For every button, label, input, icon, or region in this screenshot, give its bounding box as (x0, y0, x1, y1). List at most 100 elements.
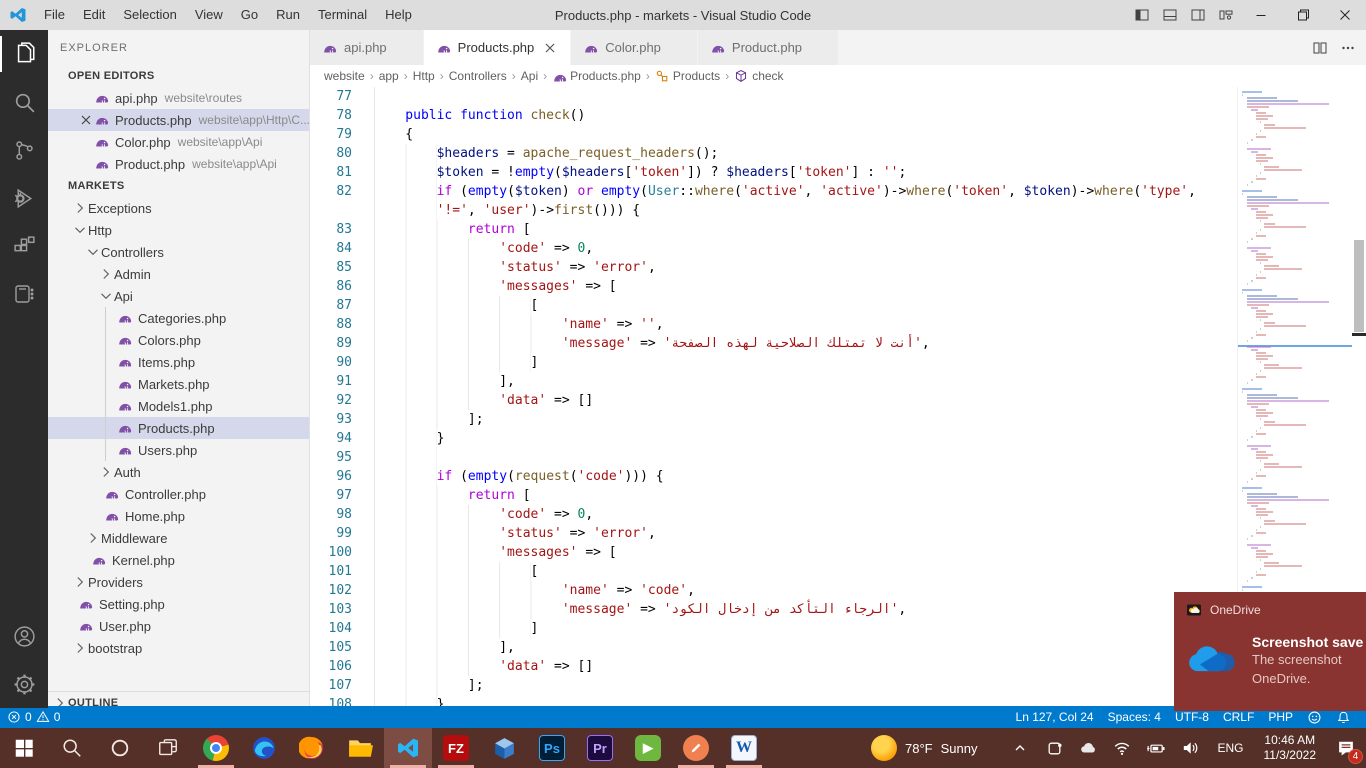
breadcrumb[interactable]: website›app›Http›Controllers›Api›Product… (310, 65, 1366, 87)
status-ln[interactable]: Ln 127, Col 24 (1009, 706, 1101, 728)
taskbar-edge[interactable] (240, 728, 288, 768)
tab-product.php[interactable]: Product.php (698, 30, 839, 65)
source-control-icon[interactable] (0, 126, 48, 174)
explorer-icon[interactable] (0, 30, 48, 78)
tree-file-models1-php[interactable]: Models1.php (48, 395, 309, 417)
tray-chevron-up-icon[interactable] (1003, 728, 1037, 768)
taskbar-clock[interactable]: 10:46 AM 11/3/2022 (1254, 733, 1327, 763)
split-editor-icon[interactable] (1312, 40, 1328, 56)
tree-file-kernel-php[interactable]: Kernel.php (48, 549, 309, 571)
tree-folder-middleware[interactable]: Middleware (48, 527, 309, 549)
open-editors-header[interactable]: OPEN EDITORS (48, 65, 309, 87)
breadcrumb-item[interactable]: Products (655, 69, 720, 83)
breadcrumb-item[interactable]: Api (521, 69, 538, 83)
search-icon[interactable] (0, 78, 48, 126)
tree-file-controller-php[interactable]: Controller.php (48, 483, 309, 505)
account-icon[interactable] (0, 612, 48, 660)
tray-speaker-icon[interactable] (1173, 728, 1207, 768)
menu-go[interactable]: Go (232, 7, 267, 22)
tab-color.php[interactable]: Color.php (571, 30, 698, 65)
maximize-button[interactable] (1282, 0, 1324, 30)
menu-file[interactable]: File (35, 7, 74, 22)
tree-file-categories-php[interactable]: Categories.php (48, 307, 309, 329)
tray-battery-icon[interactable] (1139, 728, 1173, 768)
close-window-button[interactable] (1324, 0, 1366, 30)
tree-file-home-php[interactable]: Home.php (48, 505, 309, 527)
more-actions-icon[interactable] (1340, 40, 1356, 56)
tree-file-setting-php[interactable]: Setting.php (48, 593, 309, 615)
taskbar-file-explorer[interactable] (336, 728, 384, 768)
taskbar-firefox[interactable] (288, 728, 336, 768)
menu-terminal[interactable]: Terminal (309, 7, 376, 22)
toggle-panel-icon[interactable] (1156, 0, 1184, 30)
open-editor-item[interactable]: Product.phpwebsite\app\Api (48, 153, 309, 175)
breadcrumb-item[interactable]: Products.php (552, 69, 641, 83)
taskbar-filezilla[interactable]: FZ (432, 728, 480, 768)
tree-folder-bootstrap[interactable]: bootstrap (48, 637, 309, 659)
tab-api.php[interactable]: api.php (310, 30, 424, 65)
workspace-header[interactable]: MARKETS (48, 175, 309, 197)
tree-file-items-php[interactable]: Items.php (48, 351, 309, 373)
settings-icon[interactable] (0, 660, 48, 708)
close-icon[interactable] (78, 156, 94, 172)
close-icon[interactable] (78, 112, 94, 128)
action-center-button[interactable]: 4 (1326, 728, 1366, 768)
open-editor-item[interactable]: Color.phpwebsite\app\Api (48, 131, 309, 153)
taskbar-photoshop[interactable]: Ps (528, 728, 576, 768)
taskbar-vscode[interactable] (384, 728, 432, 768)
language-indicator[interactable]: ENG (1207, 741, 1253, 755)
notebook-icon[interactable] (0, 270, 48, 318)
tree-folder-exceptions[interactable]: Exceptions (48, 197, 309, 219)
taskbar-word[interactable]: W (720, 728, 768, 768)
tree-folder-controllers[interactable]: Controllers (48, 241, 309, 263)
tray-snip-icon[interactable] (1037, 728, 1071, 768)
tree-folder-providers[interactable]: Providers (48, 571, 309, 593)
menu-selection[interactable]: Selection (114, 7, 185, 22)
status-spaces[interactable]: Spaces: 4 (1101, 706, 1168, 728)
menu-edit[interactable]: Edit (74, 7, 114, 22)
tray-wifi-icon[interactable] (1105, 728, 1139, 768)
tree-file-products-php[interactable]: Products.php (48, 417, 309, 439)
taskbar-chrome[interactable] (192, 728, 240, 768)
close-icon[interactable] (78, 134, 94, 150)
tree-file-user-php[interactable]: User.php (48, 615, 309, 637)
taskbar-search[interactable] (48, 728, 96, 768)
tray-cloud-icon[interactable] (1071, 728, 1105, 768)
tree-folder-admin[interactable]: Admin (48, 263, 309, 285)
close-icon[interactable] (78, 90, 94, 106)
taskbar-pen[interactable] (672, 728, 720, 768)
menu-view[interactable]: View (186, 7, 232, 22)
breadcrumb-item[interactable]: Http (413, 69, 435, 83)
open-editor-item[interactable]: api.phpwebsite\routes (48, 87, 309, 109)
tree-file-users-php[interactable]: Users.php (48, 439, 309, 461)
customize-layout-icon[interactable] (1212, 0, 1240, 30)
breadcrumb-item[interactable]: website (324, 69, 365, 83)
problems-indicator[interactable]: 0 0 (0, 706, 67, 728)
minimize-button[interactable] (1240, 0, 1282, 30)
open-editor-item[interactable]: Products.phpwebsite\app\Http\C... (48, 109, 309, 131)
taskbar-cortana[interactable] (96, 728, 144, 768)
tree-folder-auth[interactable]: Auth (48, 461, 309, 483)
menu-help[interactable]: Help (376, 7, 421, 22)
weather-widget[interactable]: 78°F Sunny (871, 735, 1003, 761)
tab-products.php[interactable]: Products.php (424, 30, 572, 65)
menu-run[interactable]: Run (267, 7, 309, 22)
taskbar-camtasia[interactable]: ▶ (624, 728, 672, 768)
tree-file-markets-php[interactable]: Markets.php (48, 373, 309, 395)
breadcrumb-item[interactable]: app (379, 69, 399, 83)
taskbar-task-view[interactable] (144, 728, 192, 768)
taskbar-start[interactable] (0, 728, 48, 768)
tree-folder-http[interactable]: Http (48, 219, 309, 241)
toggle-sidebar-icon[interactable] (1128, 0, 1156, 30)
toggle-secondary-sidebar-icon[interactable] (1184, 0, 1212, 30)
run-debug-icon[interactable] (0, 174, 48, 222)
close-tab-icon[interactable] (542, 40, 558, 56)
taskbar-premiere[interactable]: Pr (576, 728, 624, 768)
extensions-icon[interactable] (0, 222, 48, 270)
scrollbar-thumb[interactable] (1354, 240, 1364, 332)
tree-file-colors-php[interactable]: Colors.php (48, 329, 309, 351)
taskbar-virtualbox[interactable] (480, 728, 528, 768)
tree-folder-api[interactable]: Api (48, 285, 309, 307)
breadcrumb-item[interactable]: check (734, 69, 783, 83)
onedrive-notification[interactable]: OneDrive Screenshot save The screenshot … (1174, 592, 1366, 711)
